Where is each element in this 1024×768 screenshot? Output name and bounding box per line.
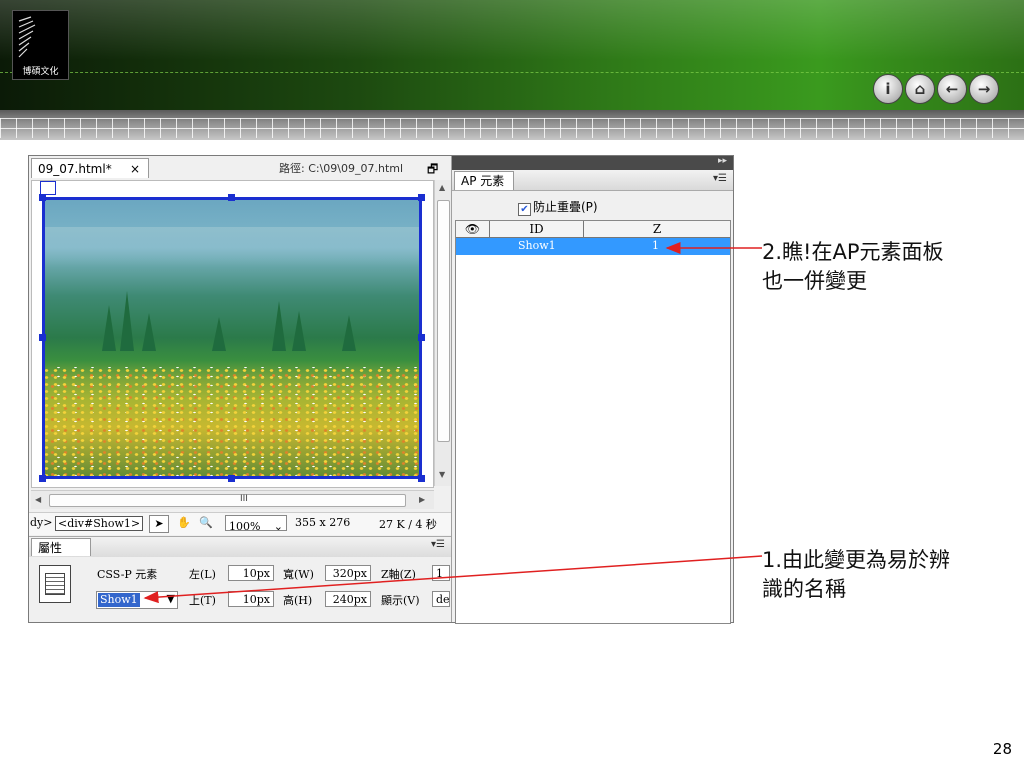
callout-arrow-1	[143, 555, 763, 604]
callout-1-line1: 1.由此變更為易於辨	[762, 548, 951, 572]
page-number: 28	[992, 740, 1012, 758]
callout-2-line1: 2.瞧!在AP元素面板	[762, 240, 944, 264]
callout-2-line2: 也一併變更	[762, 269, 867, 293]
callout-2: 2.瞧!在AP元素面板 也一併變更	[762, 238, 943, 296]
callout-arrows	[143, 242, 763, 604]
callout-1: 1.由此變更為易於辨 識的名稱	[762, 546, 950, 604]
callout-1-line2: 識的名稱	[762, 577, 846, 601]
